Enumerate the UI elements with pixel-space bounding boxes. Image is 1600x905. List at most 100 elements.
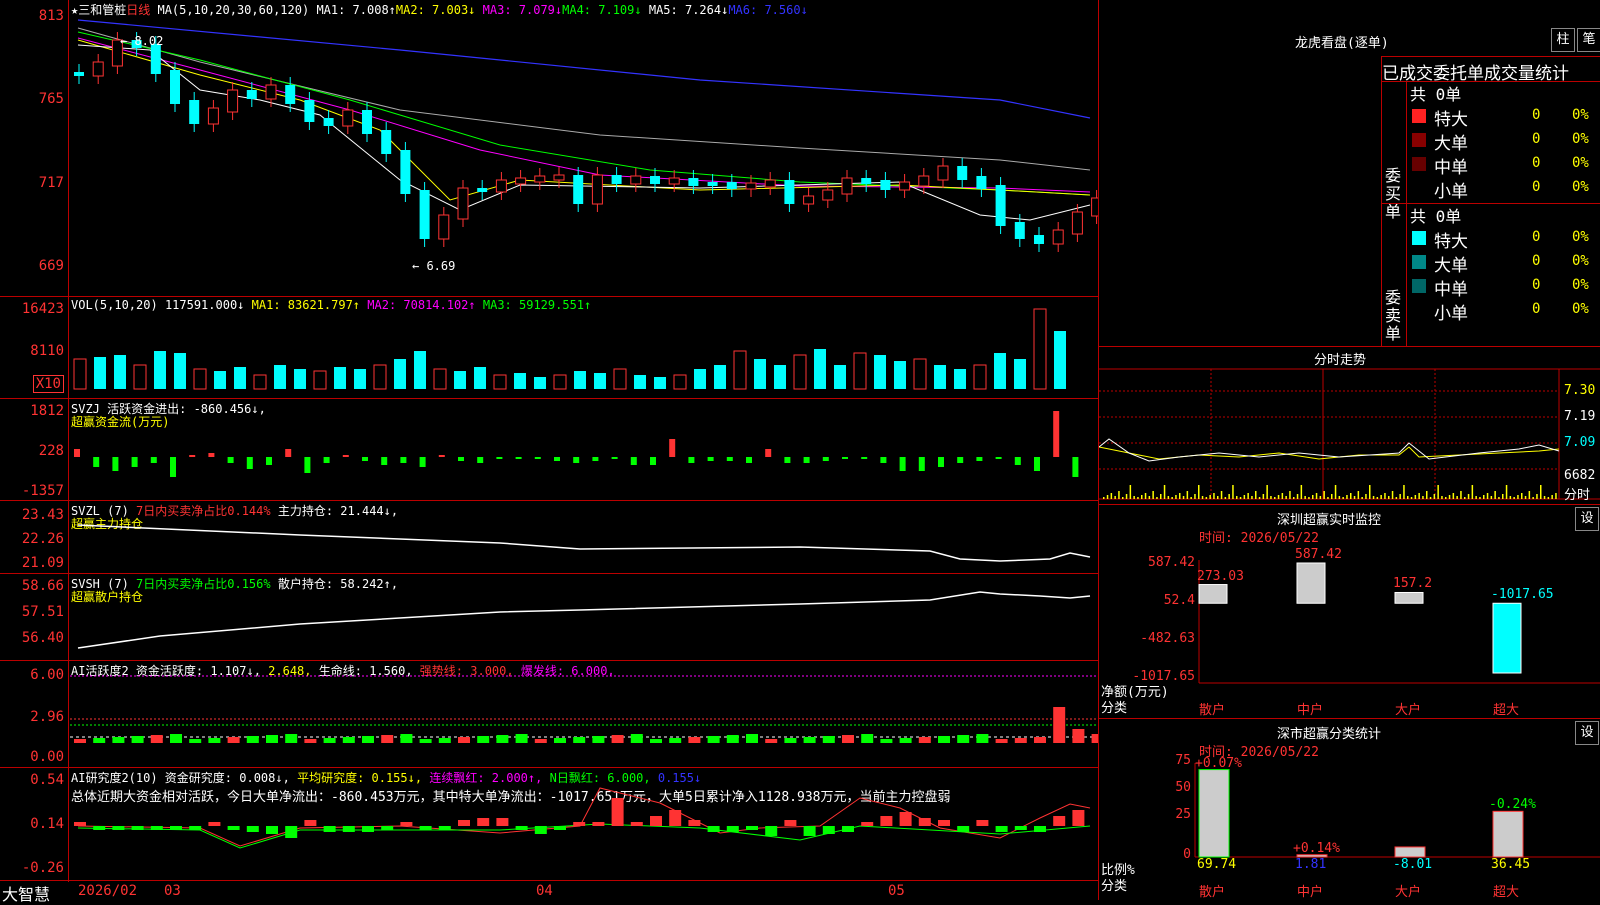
order-percent: 0% <box>1572 155 1589 171</box>
volume-bar <box>853 352 867 390</box>
intraday-chart[interactable] <box>1099 347 1600 505</box>
monitor-bar <box>1394 591 1424 604</box>
price-pane[interactable]: 813 765 717 669 ★三和管桩日线 MA(5,10,20,30,60… <box>0 0 1098 297</box>
time-label: 05 <box>888 883 905 899</box>
svsh-pane[interactable]: 58.66 57.51 56.40 SVSH (7) 7日内买卖净占比0.156… <box>0 574 1098 661</box>
activity-bar <box>438 738 451 743</box>
ai-research-pane[interactable]: 0.54 0.14 -0.26 AI研究度2(10) 资金研究度: 0.008↓… <box>0 768 1098 881</box>
flow-bar <box>861 457 868 459</box>
activity-bar <box>304 739 317 743</box>
research-bar <box>150 826 163 830</box>
classify-change-label: +0.07% <box>1195 755 1242 771</box>
volume-bar <box>814 349 826 389</box>
candle <box>495 179 507 193</box>
intraday-volume-bar <box>1232 485 1234 499</box>
candle <box>92 61 104 77</box>
time-axis[interactable]: 大智慧 2026/02 03 04 05 <box>0 881 1098 904</box>
order-type-label: 大单 <box>1434 256 1468 276</box>
activity-bar <box>419 739 432 743</box>
intraday-volume-bar <box>1437 485 1439 499</box>
ai-research-chart[interactable] <box>0 768 1098 880</box>
volume-pane[interactable]: 16423 8110 X10 VOL(5,10,20) 117591.000↓ … <box>0 297 1098 399</box>
candlestick-chart[interactable]: ← 8.02 ← 6.69 <box>0 0 1098 296</box>
sell-order-label: 委卖单 <box>1384 288 1401 343</box>
intraday-volume-bar <box>1467 494 1470 499</box>
bar-view-button[interactable]: 柱 <box>1551 28 1575 52</box>
activity-bar <box>342 737 355 743</box>
activity-bar <box>266 735 278 743</box>
volume-chart[interactable] <box>0 297 1098 398</box>
intraday-volume-bar <box>1528 491 1531 499</box>
activity-bar <box>938 736 950 743</box>
monitor-chart[interactable] <box>1099 505 1600 718</box>
intraday-volume-bar <box>1300 485 1303 499</box>
research-bar <box>285 826 298 838</box>
volume-bar <box>433 368 447 390</box>
activity-bar <box>880 739 893 743</box>
volume-bar <box>1014 359 1026 389</box>
candle <box>1052 229 1064 245</box>
brand-label: 大智慧 <box>2 885 51 904</box>
activity-bar <box>918 737 931 743</box>
intraday-volume-bar <box>1129 485 1132 499</box>
svzj-chart[interactable] <box>0 399 1098 500</box>
candle <box>285 85 296 104</box>
candle <box>650 176 660 184</box>
research-bar <box>554 826 566 830</box>
order-count: 0 <box>1532 107 1541 123</box>
monitor-bar <box>1492 602 1522 674</box>
flow-bar <box>918 457 925 471</box>
flow-bar <box>573 457 580 463</box>
flow-bar <box>208 453 215 457</box>
candle <box>362 110 372 134</box>
candle <box>170 70 180 104</box>
volume-bar <box>94 357 106 389</box>
activity-bar <box>726 735 739 743</box>
order-type-label: 特大 <box>1434 110 1468 130</box>
tick-view-button[interactable]: 笔 <box>1577 28 1600 52</box>
dragon-title: 龙虎看盘(逐单) <box>1295 36 1389 51</box>
intraday-volume-bar <box>1452 493 1455 499</box>
intraday-volume-bar <box>1384 493 1386 499</box>
activity-bar <box>842 735 854 743</box>
svzl-chart[interactable] <box>0 501 1098 573</box>
candle <box>419 190 430 239</box>
classify-value-label: 69.74 <box>1197 857 1237 872</box>
flow-bar <box>880 457 887 463</box>
intraday-volume-bar <box>1388 496 1390 499</box>
intraday-volume-bar <box>1524 496 1527 499</box>
order-type-label: 小单 <box>1434 304 1468 324</box>
ai-active-chart[interactable] <box>0 661 1098 767</box>
intraday-volume-bar <box>1460 491 1462 499</box>
intraday-panel[interactable]: 分时走势 7.30 7.19 7.09 6682 分时 <box>1099 346 1600 505</box>
ai-active-pane[interactable]: 6.00 2.96 0.00 AI活跃度2 资金活跃度: 1.107↓, 2.6… <box>0 661 1098 768</box>
svsh-chart[interactable] <box>0 574 1098 660</box>
volume-bar <box>694 369 706 389</box>
classify-change-label: +0.14% <box>1293 840 1340 856</box>
flow-bar <box>726 457 733 461</box>
research-bar <box>918 818 931 826</box>
flow-bar <box>842 457 848 459</box>
intraday-volume-bar <box>1445 497 1447 499</box>
activity-bar <box>381 735 394 743</box>
monitor-category: 超大 <box>1493 703 1520 718</box>
candle <box>803 195 815 205</box>
monitor-bar-label: 587.42 <box>1295 547 1342 562</box>
research-bar <box>880 816 893 826</box>
candle <box>323 118 334 126</box>
research-bar <box>746 826 758 830</box>
svzl-pane[interactable]: 23.43 22.26 21.09 SVZL (7) 7日内买卖净占比0.144… <box>0 501 1098 574</box>
monitor-panel[interactable]: 深圳超赢实时监控 设 时间: 2026/05/22 587.42 52.4 -4… <box>1099 504 1600 718</box>
order-swatch <box>1412 157 1426 171</box>
classify-panel[interactable]: 深市超赢分类统计 设 时间: 2026/05/22 75 50 25 0 比例%… <box>1099 718 1600 901</box>
svzj-pane[interactable]: 1812 228 -1357 SVZJ 活跃资金进出: -860.456↓, 超… <box>0 399 1098 501</box>
flow-bar <box>746 457 752 463</box>
volume-bar <box>133 364 147 390</box>
research-bar <box>323 826 336 832</box>
intraday-volume-bar <box>1483 495 1485 499</box>
candle <box>591 174 603 205</box>
candle <box>937 165 949 181</box>
order-percent: 0% <box>1572 107 1589 123</box>
monitor-tick: 587.42 <box>1148 555 1195 570</box>
intraday-volume-bar <box>1304 496 1306 499</box>
